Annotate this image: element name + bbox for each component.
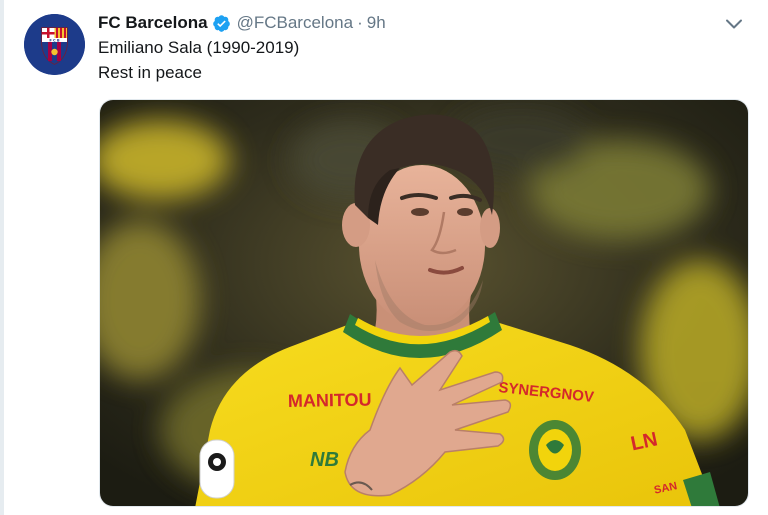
tweet-card[interactable]: F C B FC Barcelona @FCBarcelona · 9h Emi…	[0, 0, 768, 515]
fc-barcelona-crest-icon: F C B	[24, 14, 85, 75]
tweet-text-line-1: Emiliano Sala (1990-2019)	[98, 38, 300, 57]
account-handle[interactable]: @FCBarcelona	[237, 12, 353, 34]
account-name[interactable]: FC Barcelona	[98, 12, 208, 34]
tweet-timestamp[interactable]: 9h	[367, 12, 386, 34]
verified-badge-icon	[212, 14, 231, 33]
svg-text:F C B: F C B	[49, 38, 60, 42]
sponsor-text-manitou: MANITOU	[288, 390, 372, 411]
brand-logo-text: NB	[310, 449, 339, 471]
tweet-text-line-2: Rest in peace	[98, 63, 202, 82]
tweet-header: FC Barcelona @FCBarcelona · 9h	[98, 12, 386, 34]
separator-dot: ·	[357, 13, 363, 32]
avatar[interactable]: F C B	[24, 14, 85, 75]
tweet-photo[interactable]: MANITOU SYNERGNOV NB LN SAN	[99, 99, 749, 507]
chevron-down-icon[interactable]	[724, 14, 744, 34]
